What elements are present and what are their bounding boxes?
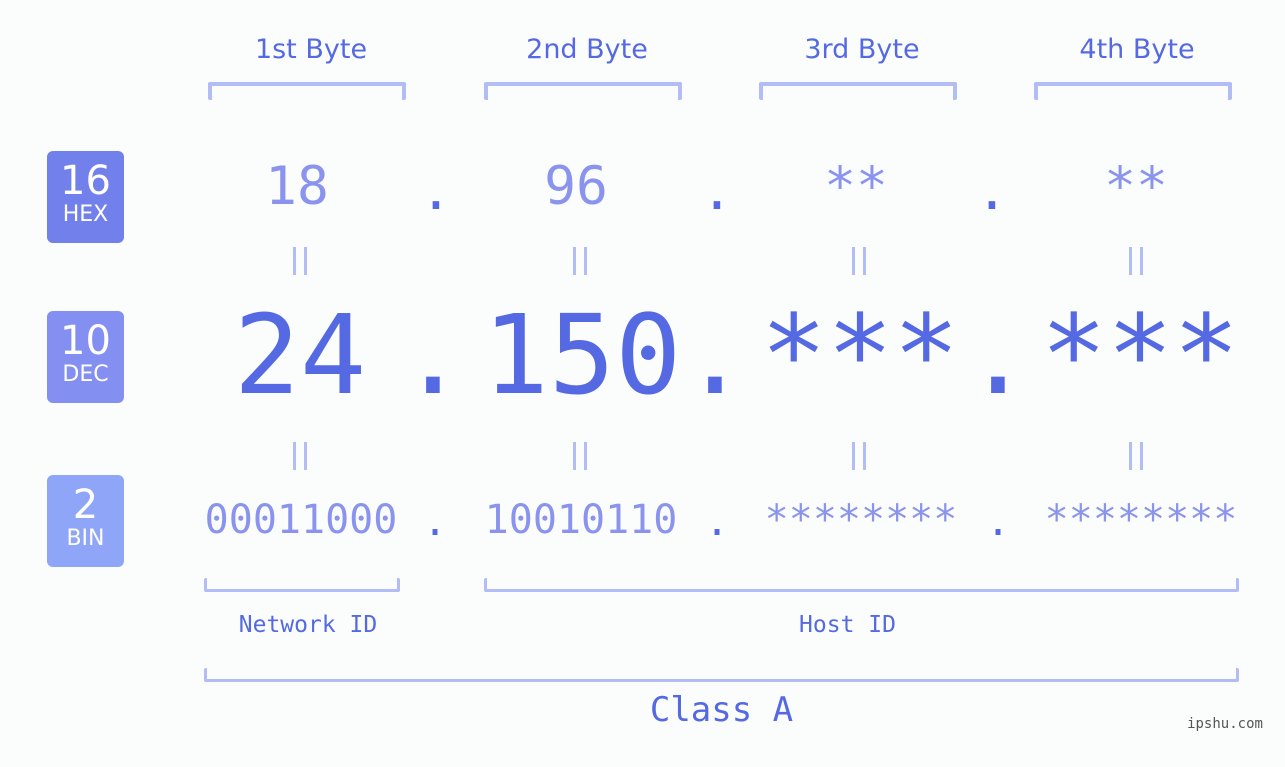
bin-octet-4: ******** — [1044, 497, 1238, 543]
bin-separator-3: . — [985, 499, 1011, 545]
bin-octet-2: 10010110 — [484, 497, 678, 543]
hex-octet-3: ** — [824, 156, 888, 217]
dec-base-number: 10 — [60, 318, 111, 364]
equals-icon — [1129, 442, 1143, 470]
bin-octet-3: ******** — [764, 497, 958, 543]
bin-octet-1: 00011000 — [204, 497, 398, 543]
bin-base-number: 2 — [72, 482, 99, 528]
byte-header-3: 3rd Byte — [804, 34, 920, 65]
equals-icon — [852, 442, 866, 470]
watermark: ipshu.com — [1187, 716, 1263, 732]
equals-icon — [293, 442, 307, 470]
hex-separator-2: . — [701, 161, 733, 222]
dec-octet-2: 150 — [482, 291, 682, 419]
network-id-bracket — [204, 578, 400, 592]
bin-badge: 2 BIN — [47, 475, 124, 567]
network-id-label: Network ID — [238, 612, 378, 638]
host-id-bracket — [484, 578, 1239, 592]
dec-octet-1: 24 — [233, 291, 367, 419]
class-bracket — [204, 668, 1239, 682]
dec-base-label: DEC — [62, 362, 109, 387]
equals-icon — [1129, 247, 1143, 275]
byte-bracket-1 — [208, 82, 406, 100]
byte-header-2: 2nd Byte — [526, 34, 648, 65]
equals-icon — [573, 247, 587, 275]
bin-base-label: BIN — [66, 526, 105, 551]
hex-separator-1: . — [420, 161, 452, 222]
byte-bracket-4 — [1034, 82, 1232, 100]
dec-octet-4: *** — [1040, 291, 1240, 419]
byte-bracket-2 — [484, 82, 682, 100]
hex-octet-1: 18 — [265, 156, 329, 217]
byte-header-1: 1st Byte — [254, 34, 368, 65]
host-id-label: Host ID — [799, 612, 896, 638]
dec-octet-3: *** — [760, 291, 960, 419]
equals-icon — [852, 247, 866, 275]
hex-base-label: HEX — [62, 202, 109, 227]
class-label: Class A — [649, 690, 794, 730]
hex-separator-3: . — [976, 161, 1008, 222]
dec-badge: 10 DEC — [47, 311, 124, 403]
equals-icon — [573, 442, 587, 470]
hex-octet-4: ** — [1104, 156, 1168, 217]
bin-separator-1: . — [422, 499, 448, 545]
hex-octet-2: 96 — [544, 156, 608, 217]
byte-header-4: 4th Byte — [1079, 34, 1195, 65]
hex-badge: 16 HEX — [47, 151, 124, 243]
hex-base-number: 16 — [60, 158, 111, 204]
bin-separator-2: . — [704, 499, 730, 545]
byte-bracket-3 — [759, 82, 957, 100]
equals-icon — [293, 247, 307, 275]
